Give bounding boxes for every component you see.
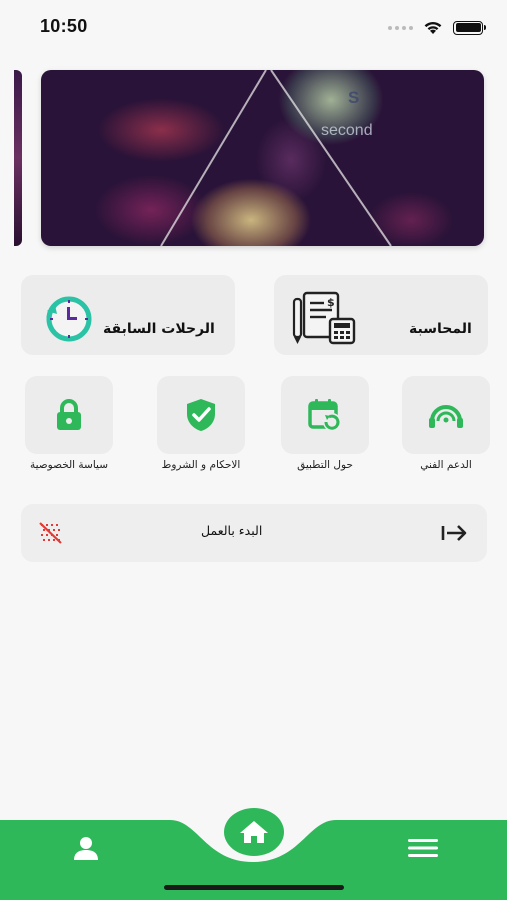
banner-letter: S <box>348 88 360 107</box>
headset-icon <box>429 405 463 428</box>
svg-text:$: $ <box>327 296 335 309</box>
home-button[interactable] <box>224 808 284 856</box>
previous-trips-label: الرحلات السابقة <box>103 321 215 337</box>
status-time: 10:50 <box>40 16 88 36</box>
lock-icon <box>57 399 81 430</box>
home-indicator <box>164 885 344 890</box>
start-work-label: البدء بالعمل <box>201 523 263 538</box>
accounting-label: المحاسبة <box>409 321 472 337</box>
signal-icon <box>388 25 413 30</box>
start-work-row[interactable]: البدء بالعمل <box>21 504 487 562</box>
banner-text: second <box>321 122 373 139</box>
clock-history-icon <box>46 296 92 342</box>
tile-about-app[interactable] <box>281 376 369 454</box>
wifi-icon <box>424 21 442 34</box>
accounting-card[interactable]: $ المحاسبة <box>274 275 488 355</box>
arrow-login-icon <box>441 525 467 541</box>
tile-privacy[interactable] <box>25 376 113 454</box>
tile-technical-support[interactable] <box>402 376 490 454</box>
menu-icon[interactable] <box>407 837 439 859</box>
tile-terms[interactable] <box>157 376 245 454</box>
tile-privacy-label: سياسة الخصوصية <box>29 459 109 471</box>
battery-icon <box>453 20 486 35</box>
status-icons <box>388 20 486 35</box>
tile-about-app-label: حول التطبيق <box>297 459 353 471</box>
previous-trips-card[interactable]: الرحلات السابقة <box>21 275 235 355</box>
tile-terms-label: الاحكام و الشروط <box>161 459 241 471</box>
banner-lines <box>160 70 392 246</box>
home-icon <box>240 821 268 843</box>
tile-technical-support-label: الدعم الفني <box>420 459 472 471</box>
shield-check-icon <box>187 399 215 431</box>
profile-icon[interactable] <box>72 835 100 861</box>
banner-slide[interactable]: S second <box>41 70 484 246</box>
calendar-refresh-icon <box>308 399 341 431</box>
invoice-calculator-icon: $ <box>292 291 356 345</box>
offline-status-icon <box>39 522 62 544</box>
banner-previous-slide[interactable] <box>14 70 22 246</box>
status-bar: 10:50 <box>0 0 507 56</box>
